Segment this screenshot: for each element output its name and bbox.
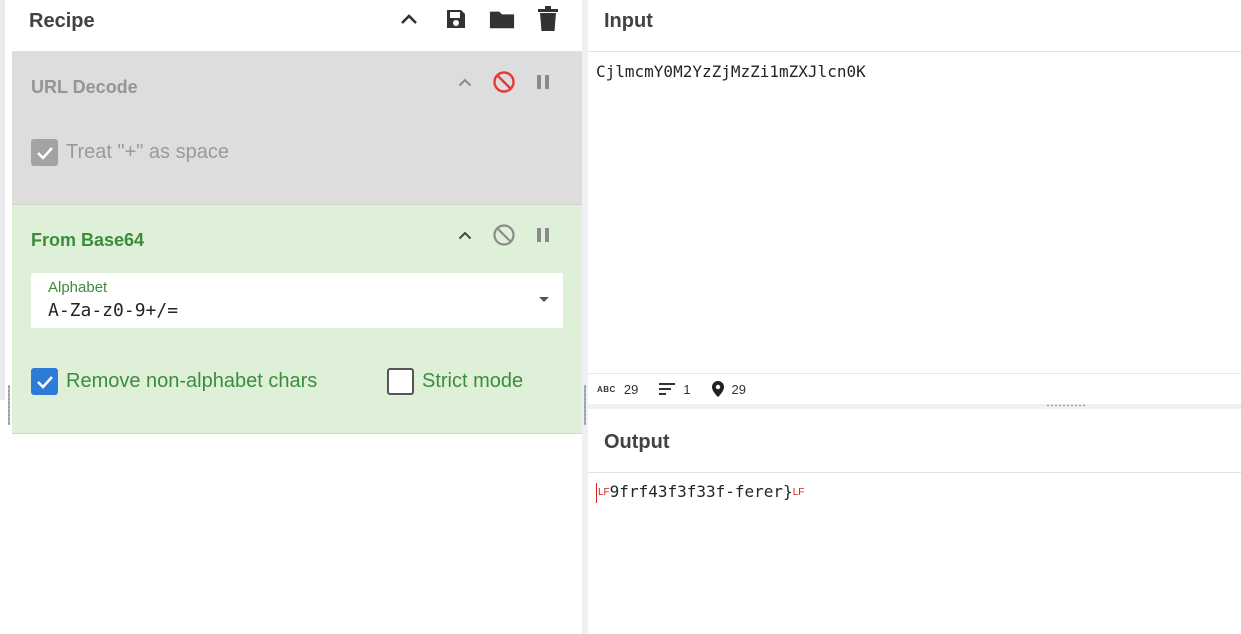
operation-title: From Base64 <box>31 230 145 250</box>
alphabet-label: Alphabet <box>48 279 108 296</box>
dropdown-caret-icon[interactable] <box>539 297 549 302</box>
alphabet-value: A-Za-z0-9+/= <box>48 300 179 321</box>
input-title: Input <box>604 10 653 32</box>
remove-non-alphabet-option[interactable]: Remove non-alphabet chars <box>31 368 317 395</box>
folder-icon[interactable] <box>489 6 515 32</box>
disable-icon[interactable] <box>491 69 517 95</box>
lf-marker: LF <box>598 487 610 498</box>
output-value: 9frf43f3f33f-ferer} <box>609 482 793 501</box>
recipe-title: Recipe <box>29 10 95 32</box>
left-scroll-strip <box>0 0 5 400</box>
checkbox-unchecked[interactable] <box>387 368 414 395</box>
input-status-bar: ABC 29 1 29 <box>588 373 1241 404</box>
disable-icon[interactable] <box>491 222 517 248</box>
trash-icon[interactable] <box>535 6 561 32</box>
strict-mode-option[interactable]: Strict mode <box>387 368 523 395</box>
splitter-handle[interactable] <box>584 385 586 425</box>
alphabet-select[interactable]: Alphabet A-Za-z0-9+/= <box>31 273 563 328</box>
position-value: 29 <box>731 381 747 397</box>
lines-icon <box>659 383 676 395</box>
chevron-up-icon[interactable] <box>452 69 478 95</box>
output-header: Output <box>588 409 1241 473</box>
position-status: 29 <box>711 381 747 397</box>
chevron-up-icon[interactable] <box>452 222 478 248</box>
operation-title: URL Decode <box>31 77 138 97</box>
input-textarea[interactable]: CjlmcmY0M2YzZjMzZi1mZXJlcn0K <box>596 62 866 81</box>
output-text[interactable]: LF9frf43f3f33f-ferer}LF <box>596 482 804 503</box>
operation-url-decode[interactable]: URL Decode Treat "+" as space <box>12 52 582 205</box>
text-cursor <box>596 482 597 503</box>
chevron-up-icon[interactable] <box>396 6 422 32</box>
checkbox-checked[interactable] <box>31 368 58 395</box>
checkbox-checked[interactable] <box>31 139 58 166</box>
treat-plus-as-space-option[interactable]: Treat "+" as space <box>31 139 229 166</box>
recipe-header: Recipe <box>12 0 582 52</box>
location-pin-icon <box>711 381 724 397</box>
option-label: Treat "+" as space <box>66 141 229 163</box>
recipe-panel: Recipe URL Decode Treat "+" as space Fro… <box>12 0 582 634</box>
option-label: Strict mode <box>422 370 524 392</box>
output-panel: Output LF9frf43f3f33f-ferer}LF <box>588 409 1241 634</box>
operation-from-base64[interactable]: From Base64 Alphabet A-Za-z0-9+/= Remove… <box>12 205 582 434</box>
left-gutter <box>0 0 12 634</box>
lines-value: 1 <box>683 381 691 397</box>
length-value: 29 <box>623 381 639 397</box>
lf-marker: LF <box>792 487 805 498</box>
left-resize-handle[interactable] <box>8 385 10 425</box>
pause-icon[interactable] <box>530 222 556 248</box>
save-icon[interactable] <box>443 6 469 32</box>
output-title: Output <box>604 431 670 453</box>
input-panel: Input CjlmcmY0M2YzZjMzZi1mZXJlcn0K ABC 2… <box>588 0 1241 404</box>
length-status: ABC 29 <box>597 382 638 397</box>
splitter-handle[interactable] <box>1046 404 1086 407</box>
abc-icon: ABC <box>597 384 616 394</box>
pause-icon[interactable] <box>530 69 556 95</box>
option-label: Remove non-alphabet chars <box>66 370 318 392</box>
lines-status: 1 <box>659 381 691 397</box>
input-header: Input <box>588 0 1241 52</box>
